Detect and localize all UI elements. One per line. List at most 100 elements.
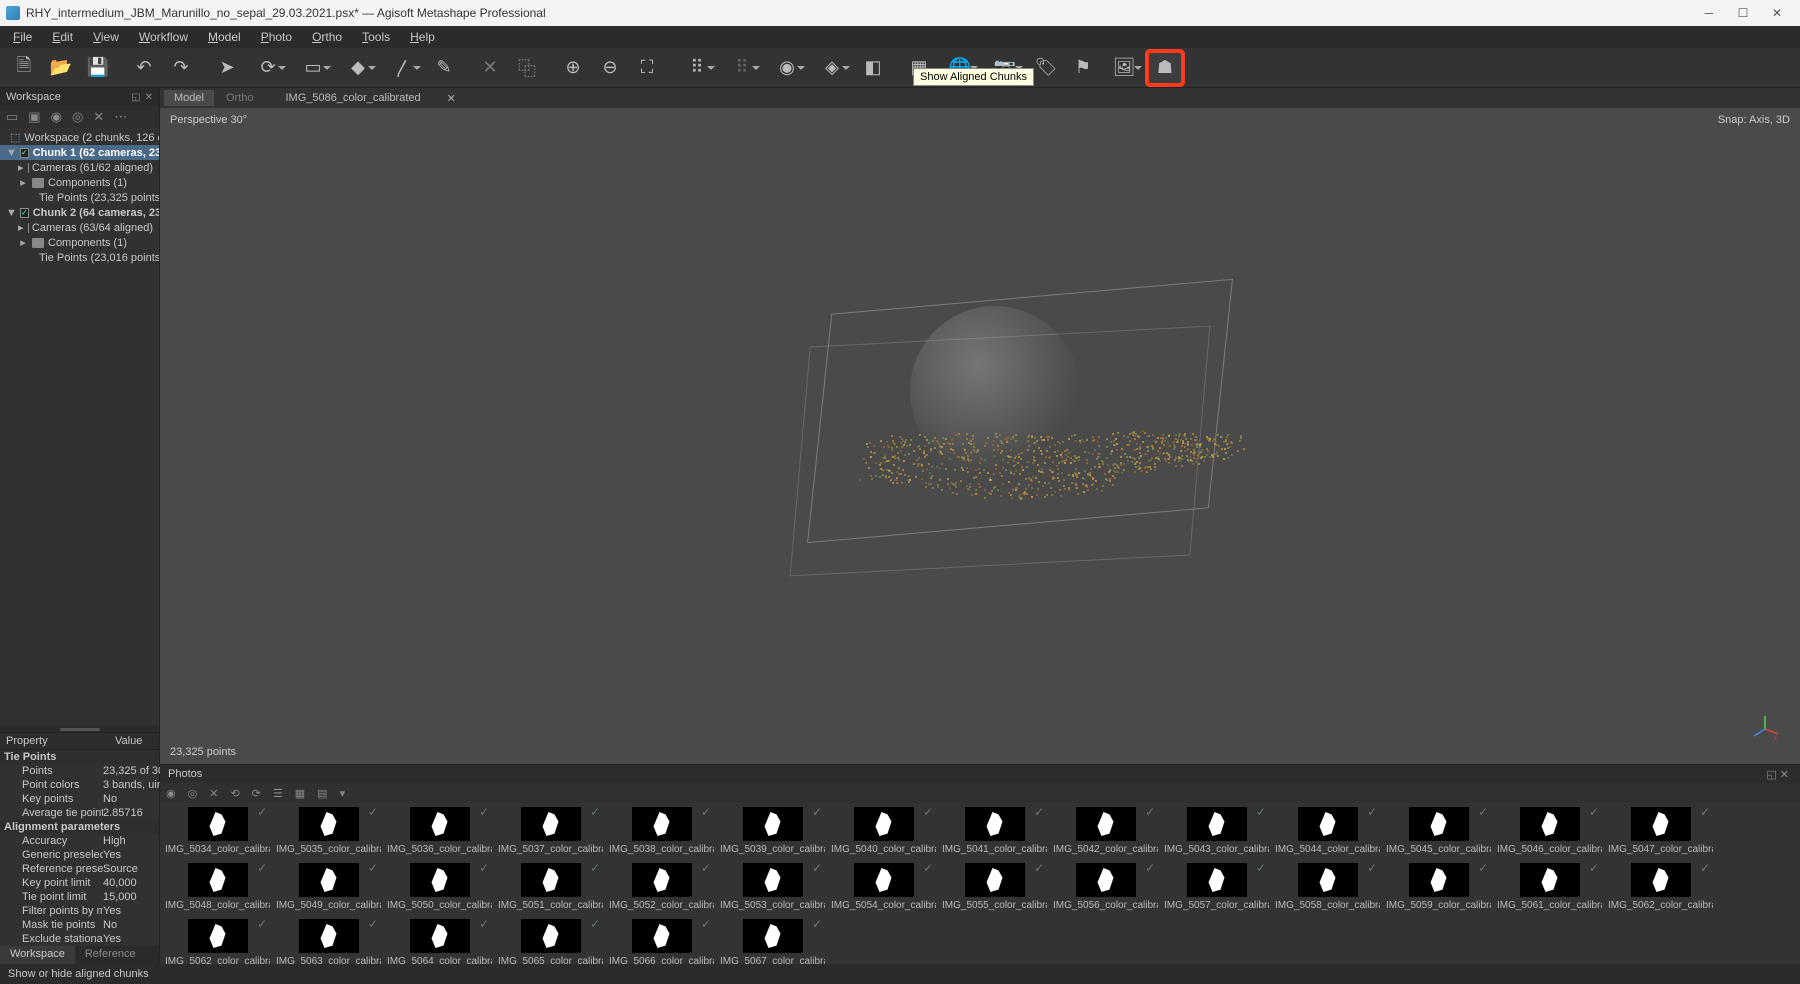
photo-thumbnail[interactable]: ✓IMG_5064_color_calibrated <box>386 917 493 964</box>
tiled-button[interactable]: ◈ <box>810 51 854 85</box>
save-button[interactable]: 💾 <box>80 51 116 85</box>
disable-icon[interactable]: ◎ <box>72 109 83 125</box>
tab-ortho[interactable]: Ortho <box>216 90 264 106</box>
minimize-button[interactable]: ─ <box>1692 2 1726 24</box>
workspace-tree[interactable]: ⬚ Workspace (2 chunks, 126 cameras)▼✓ Ch… <box>0 128 159 726</box>
menu-file[interactable]: File <box>4 28 41 46</box>
photo-thumbnail[interactable]: ✓IMG_5035_color_calibrated <box>275 805 382 855</box>
close-panel-icon[interactable]: ✕ <box>145 92 153 103</box>
point-cloud-button[interactable]: ⠿ <box>675 51 719 85</box>
redo-button[interactable]: ↷ <box>163 51 199 85</box>
menu-ortho[interactable]: Ortho <box>303 28 351 46</box>
undock-photos-icon[interactable]: ◱ <box>1766 769 1779 781</box>
new-button[interactable]: 🗎 <box>6 51 42 85</box>
photo-thumbnail[interactable]: ✓IMG_5034_color_calibrated <box>164 805 271 855</box>
photo-thumbnail[interactable]: ✓IMG_5050_color_calibrated <box>386 861 493 911</box>
tree-item[interactable]: Tie Points (23,016 points) <box>0 250 159 265</box>
pt-thumb-icon[interactable]: ▦ <box>295 787 305 800</box>
pt-remove-icon[interactable]: ✕ <box>209 787 218 800</box>
photo-thumbnail[interactable]: ✓IMG_5056_color_calibrated <box>1052 861 1159 911</box>
rotate-button[interactable]: ⟳ <box>246 51 290 85</box>
photo-thumbnail[interactable]: ✓IMG_5049_color_calibrated <box>275 861 382 911</box>
pt-enable-icon[interactable]: ◉ <box>166 787 176 800</box>
tree-item[interactable]: Tie Points (23,325 points) <box>0 190 159 205</box>
texture-button[interactable]: ◧ <box>855 51 891 85</box>
pt-more-icon[interactable]: ▾ <box>340 787 346 800</box>
photo-thumbnail[interactable]: ✓IMG_5037_color_calibrated <box>497 805 604 855</box>
settings-icon[interactable]: ⋯ <box>114 109 127 125</box>
menu-photo[interactable]: Photo <box>252 28 301 46</box>
photo-thumbnail[interactable]: ✓IMG_5061_color_calibrated <box>1496 861 1603 911</box>
tree-item[interactable]: ⬚ Workspace (2 chunks, 126 cameras) <box>0 130 159 145</box>
photo-thumbnail[interactable]: ✓IMG_5065_color_calibrated <box>497 917 604 964</box>
photo-thumbnail[interactable]: ✓IMG_5047_color_calibrated <box>1607 805 1714 855</box>
photo-thumbnails[interactable]: ✓IMG_5034_color_calibrated✓IMG_5035_colo… <box>160 803 1800 964</box>
close-button[interactable]: ✕ <box>1760 2 1794 24</box>
photo-thumbnail[interactable]: ✓IMG_5063_color_calibrated <box>275 917 382 964</box>
photo-thumbnail[interactable]: ✓IMG_5044_color_calibrated <box>1274 805 1381 855</box>
menu-tools[interactable]: Tools <box>353 28 399 46</box>
tree-item[interactable]: ▸ Cameras (63/64 aligned) <box>0 220 159 235</box>
viewport-3d[interactable]: Perspective 30° Snap: Axis, 3D 23,325 po… <box>160 108 1800 764</box>
photo-thumbnail[interactable]: ✓IMG_5048_color_calibrated <box>164 861 271 911</box>
tree-item[interactable]: ▼✓ Chunk 1 (62 cameras, 23,325 points) [… <box>0 145 159 160</box>
dense-cloud-button[interactable]: ⠿ <box>720 51 764 85</box>
tab-reference[interactable]: Reference <box>75 946 146 964</box>
maximize-button[interactable]: ☐ <box>1726 2 1760 24</box>
flag-button[interactable]: ⚑ <box>1065 51 1101 85</box>
photo-thumbnail[interactable]: ✓IMG_5040_color_calibrated <box>830 805 937 855</box>
menu-workflow[interactable]: Workflow <box>130 28 197 46</box>
pt-rotate2-icon[interactable]: ⟳ <box>252 787 261 800</box>
photo-thumbnail[interactable]: ✓IMG_5042_color_calibrated <box>1052 805 1159 855</box>
menu-edit[interactable]: Edit <box>43 28 82 46</box>
photo-thumbnail[interactable]: ✓IMG_5054_color_calibrated <box>830 861 937 911</box>
menu-help[interactable]: Help <box>401 28 444 46</box>
tab-workspace[interactable]: Workspace <box>0 946 75 964</box>
tab-model[interactable]: Model <box>164 90 214 106</box>
zoom-out-button[interactable]: ⊖ <box>592 51 628 85</box>
delete-button[interactable]: ✕ <box>472 51 508 85</box>
photo-thumbnail[interactable]: ✓IMG_5066_color_calibrated <box>608 917 715 964</box>
photo-thumbnail[interactable]: ✓IMG_5051_color_calibrated <box>497 861 604 911</box>
undock-icon[interactable]: ◱ <box>131 92 140 103</box>
remove-icon[interactable]: ✕ <box>93 109 104 125</box>
scale-button[interactable]: ◆ <box>336 51 380 85</box>
mesh-button[interactable]: ◉ <box>765 51 809 85</box>
menu-model[interactable]: Model <box>199 28 250 46</box>
tab-image[interactable]: IMG_5086_color_calibrated ✕ <box>265 88 475 109</box>
close-photos-icon[interactable]: ✕ <box>1780 769 1792 781</box>
photo-thumbnail[interactable]: ✓IMG_5059_color_calibrated <box>1385 861 1492 911</box>
photo-thumbnail[interactable]: ✓IMG_5055_color_calibrated <box>941 861 1048 911</box>
add-chunk-icon[interactable]: ▭ <box>6 109 18 125</box>
close-tab-icon[interactable]: ✕ <box>437 90 466 107</box>
tree-item[interactable]: ▸ Components (1) <box>0 175 159 190</box>
show-aligned-chunks-button[interactable]: ☗ <box>1147 51 1183 85</box>
crop-button[interactable]: ⿻ <box>509 51 545 85</box>
pt-disable-icon[interactable]: ◎ <box>188 787 198 800</box>
photo-thumbnail[interactable]: ✓IMG_5058_color_calibrated <box>1274 861 1381 911</box>
region-button[interactable]: ▭ <box>291 51 335 85</box>
ruler-button[interactable]: 〳 <box>381 51 425 85</box>
navigate-button[interactable]: ➤ <box>209 51 245 85</box>
undo-button[interactable]: ↶ <box>126 51 162 85</box>
tree-item[interactable]: ▸ Components (1) <box>0 235 159 250</box>
zoom-in-button[interactable]: ⊕ <box>555 51 591 85</box>
tree-item[interactable]: ▸ Cameras (61/62 aligned) <box>0 160 159 175</box>
photo-thumbnail[interactable]: ✓IMG_5045_color_calibrated <box>1385 805 1492 855</box>
pt-details-icon[interactable]: ☰ <box>273 787 283 800</box>
tree-item[interactable]: ▼✓ Chunk 2 (64 cameras, 23,016 points) [… <box>0 205 159 220</box>
photo-thumbnail[interactable]: ✓IMG_5062_color_calibrated <box>1607 861 1714 911</box>
image-button[interactable]: 🖼 <box>1102 51 1146 85</box>
photo-thumbnail[interactable]: ✓IMG_5043_color_calibrated <box>1163 805 1270 855</box>
menu-view[interactable]: View <box>84 28 128 46</box>
photo-thumbnail[interactable]: ✓IMG_5057_color_calibrated <box>1163 861 1270 911</box>
pt-rotate-icon[interactable]: ⟲ <box>230 787 239 800</box>
photo-thumbnail[interactable]: ✓IMG_5046_color_calibrated <box>1496 805 1603 855</box>
open-button[interactable]: 📂 <box>43 51 79 85</box>
photo-thumbnail[interactable]: ✓IMG_5038_color_calibrated <box>608 805 715 855</box>
photo-thumbnail[interactable]: ✓IMG_5039_color_calibrated <box>719 805 826 855</box>
pt-large-icon[interactable]: ▤ <box>317 787 327 800</box>
photo-thumbnail[interactable]: ✓IMG_5067_color_calibrated <box>719 917 826 964</box>
photo-thumbnail[interactable]: ✓IMG_5041_color_calibrated <box>941 805 1048 855</box>
reset-view-button[interactable]: ⛶ <box>629 51 665 85</box>
